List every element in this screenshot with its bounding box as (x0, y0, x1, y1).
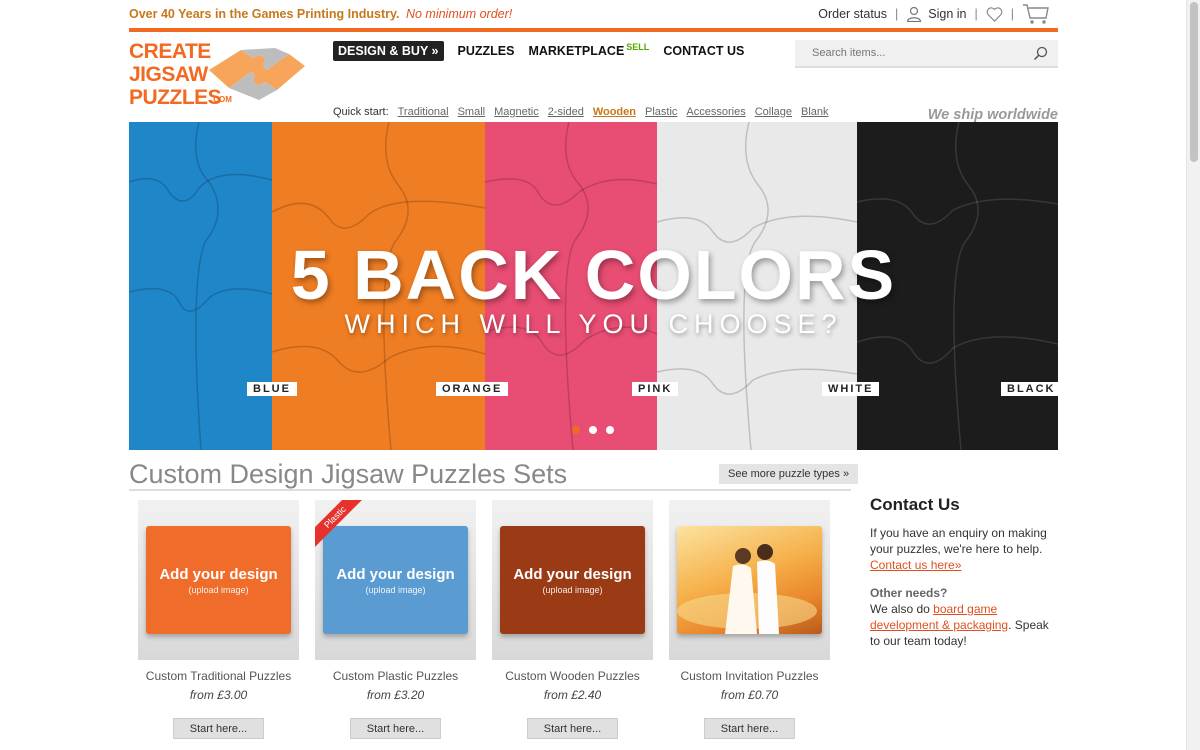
other-needs-text: We also do board game development & pack… (870, 601, 1060, 649)
product-grid: Add your design (upload image) Custom Tr… (138, 500, 830, 739)
page-scrollbar[interactable] (1186, 0, 1200, 750)
wedding-photo-puzzle (677, 526, 822, 634)
other-needs-prefix: We also do (870, 602, 930, 616)
start-here-button[interactable]: Start here... (173, 718, 264, 739)
see-more-button[interactable]: See more puzzle types » (719, 464, 859, 484)
order-status-link[interactable]: Order status (818, 7, 887, 21)
nav-contact-us[interactable]: CONTACT US (663, 44, 744, 58)
hero-banner[interactable]: 5 BACK COLORS WHICH WILL YOU CHOOSE? BLU… (129, 122, 1058, 450)
start-here-button[interactable]: Start here... (350, 718, 441, 739)
heart-icon[interactable] (986, 6, 1003, 22)
product-price: from £3.20 (366, 688, 425, 702)
start-here-button[interactable]: Start here... (527, 718, 618, 739)
page: Over 40 Years in the Games Printing Indu… (129, 0, 1058, 739)
sign-in-link[interactable]: Sign in (928, 7, 966, 21)
nav-design-buy[interactable]: DESIGN & BUY » (333, 41, 444, 61)
thumb-subline: (upload image) (188, 584, 249, 595)
site-logo[interactable]: CREATE JIGSAW PUZZLES .COM (129, 40, 309, 112)
quick-magnetic[interactable]: Magnetic (494, 106, 539, 118)
product-thumbnail[interactable]: Add your design (upload image) Plastic (315, 500, 476, 660)
separator: | (974, 7, 978, 21)
no-minimum-text: No minimum order! (405, 7, 513, 21)
nav-marketplace-label: MARKETPLACE (528, 44, 625, 58)
product-name[interactable]: Custom Plastic Puzzles (315, 669, 476, 683)
ship-worldwide: We ship worldwide (927, 107, 1058, 123)
quick-accessories[interactable]: Accessories (686, 106, 745, 118)
product-price: from £3.00 (189, 688, 248, 702)
thumb-headline: Add your design (159, 565, 278, 583)
quick-blank[interactable]: Blank (801, 106, 829, 118)
quick-wooden[interactable]: Wooden (593, 106, 636, 118)
product-card-traditional: Add your design (upload image) Custom Tr… (138, 500, 299, 739)
quick-collage[interactable]: Collage (755, 106, 792, 118)
banner-headline: 5 BACK COLORS WHICH WILL YOU CHOOSE? (129, 240, 1058, 338)
contact-sidebar: Contact Us If you have an enquiry on mak… (870, 495, 1060, 649)
label-pink: PINK (632, 382, 679, 396)
other-needs-title: Other needs? (870, 586, 948, 600)
quick-plastic[interactable]: Plastic (645, 106, 677, 118)
thumb-headline: Add your design (513, 565, 632, 583)
banner-title: 5 BACK COLORS (290, 236, 897, 314)
product-name[interactable]: Custom Wooden Puzzles (492, 669, 653, 683)
separator: | (895, 7, 899, 21)
quick-small[interactable]: Small (458, 106, 486, 118)
thumb-subline: (upload image) (365, 584, 426, 595)
main-navigation: DESIGN & BUY » PUZZLES MARKETPLACE SELL C… (333, 41, 744, 61)
carousel-dot-1[interactable] (572, 426, 580, 434)
search-input[interactable] (795, 40, 1015, 66)
label-orange: ORANGE (436, 382, 509, 396)
product-card-invitation: Custom Invitation Puzzles from £0.70 Sta… (669, 500, 830, 739)
product-price: from £2.40 (543, 688, 602, 702)
tagline-text: Over 40 Years in the Games Printing Indu… (129, 7, 400, 21)
carousel-dot-2[interactable] (589, 426, 597, 434)
separator: | (1010, 7, 1014, 21)
product-thumbnail[interactable]: Add your design (upload image) (492, 500, 653, 660)
start-here-button[interactable]: Start here... (704, 718, 795, 739)
product-price: from £0.70 (720, 688, 779, 702)
sell-badge: SELL (626, 42, 650, 52)
quick-start-label: Quick start: (333, 106, 389, 118)
couple-silhouette-image (677, 544, 817, 634)
quick-start-bar: Quick start: Traditional Small Magnetic … (333, 106, 829, 118)
label-black: BLACK (1001, 382, 1058, 396)
user-icon[interactable] (906, 6, 922, 22)
puzzle-piece-logo-icon (209, 48, 305, 100)
product-name[interactable]: Custom Invitation Puzzles (669, 669, 830, 683)
header: CREATE JIGSAW PUZZLES .COM DESIGN & BUY … (129, 32, 1058, 123)
cart-icon[interactable] (1022, 3, 1050, 25)
sidebar-intro: If you have an enquiry on making your pu… (870, 526, 1047, 556)
label-white: WHITE (822, 382, 880, 396)
top-bar: Over 40 Years in the Games Printing Indu… (129, 0, 1058, 28)
label-blue: BLUE (247, 382, 297, 396)
sidebar-title: Contact Us (870, 495, 960, 514)
tagline: Over 40 Years in the Games Printing Indu… (129, 7, 512, 21)
product-name[interactable]: Custom Traditional Puzzles (138, 669, 299, 683)
quick-2-sided[interactable]: 2-sided (548, 106, 584, 118)
account-links: Order status | Sign in | | (818, 3, 1050, 25)
search-icon[interactable] (1033, 46, 1048, 66)
contact-us-link[interactable]: Contact us here» (870, 558, 961, 572)
banner-subtitle: WHICH WILL YOU CHOOSE? (344, 309, 843, 339)
scrollbar-thumb[interactable] (1190, 2, 1198, 162)
product-card-wooden: Add your design (upload image) Custom Wo… (492, 500, 653, 739)
thumb-subline: (upload image) (542, 584, 603, 595)
product-thumbnail[interactable] (669, 500, 830, 660)
thumb-headline: Add your design (336, 565, 455, 583)
nav-marketplace[interactable]: MARKETPLACE SELL (528, 42, 650, 58)
product-card-plastic: Add your design (upload image) Plastic C… (315, 500, 476, 739)
product-thumbnail[interactable]: Add your design (upload image) (138, 500, 299, 660)
carousel-dot-3[interactable] (606, 426, 614, 434)
nav-puzzles[interactable]: PUZZLES (458, 44, 515, 58)
search-box (795, 40, 1058, 68)
quick-traditional[interactable]: Traditional (398, 106, 449, 118)
carousel-dots (572, 426, 614, 434)
